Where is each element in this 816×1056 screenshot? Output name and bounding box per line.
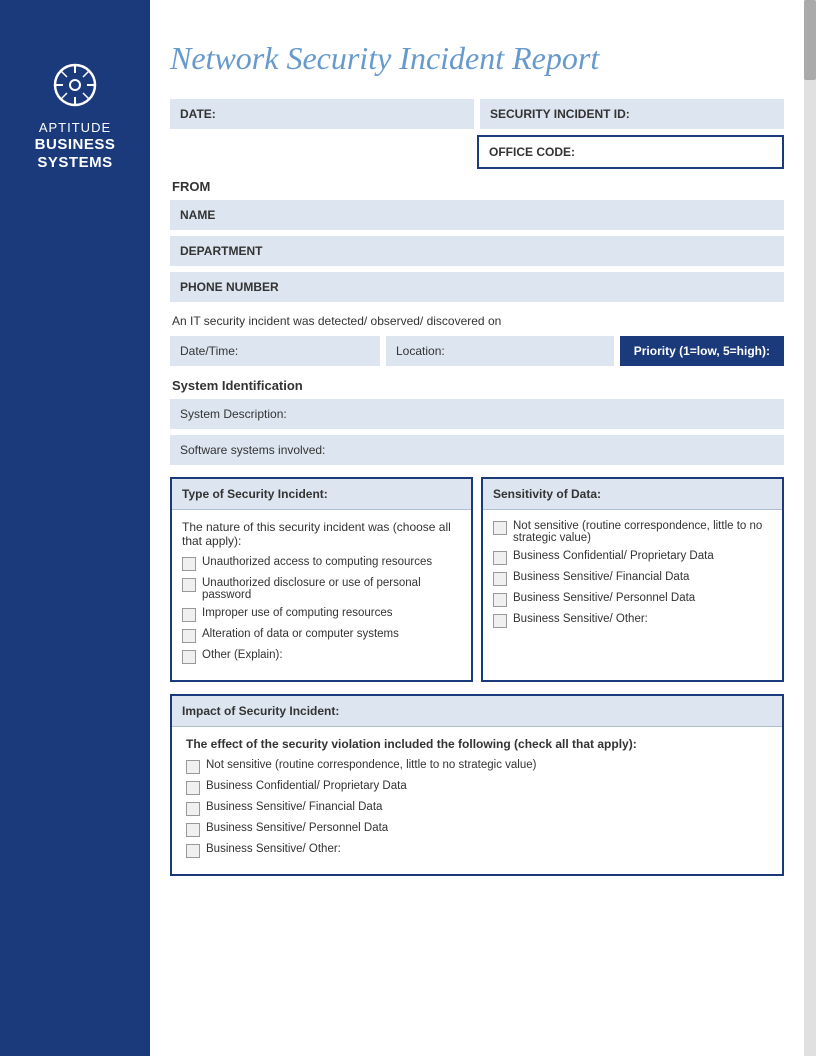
software-systems-field[interactable]: Software systems involved: — [170, 435, 784, 465]
checkbox-4[interactable] — [182, 629, 196, 643]
security-incident-id-field[interactable]: SECURITY INCIDENT ID: — [480, 99, 784, 129]
type-label-1: Unauthorized access to computing resourc… — [202, 556, 432, 568]
impact-header: Impact of Security Incident: — [172, 696, 782, 727]
sensitivity-label-1: Not sensitive (routine correspondence, l… — [513, 520, 772, 544]
from-label: FROM — [172, 179, 784, 194]
type-checkbox-4: Alteration of data or computer systems — [182, 628, 461, 643]
i-checkbox-2[interactable] — [186, 781, 200, 795]
page-title: Network Security Incident Report — [170, 40, 784, 77]
sidebar: APTITUDE BUSINESS SYSTEMS — [0, 0, 150, 1056]
sensitivity-checkbox-1: Not sensitive (routine correspondence, l… — [493, 520, 772, 544]
sensitivity-checkbox-4: Business Sensitive/ Personnel Data — [493, 592, 772, 607]
checkbox-2[interactable] — [182, 578, 196, 592]
type-panel-body: The nature of this security incident was… — [172, 510, 471, 680]
system-identification-label: System Identification — [172, 378, 784, 393]
checkbox-1[interactable] — [182, 557, 196, 571]
detection-date-field[interactable]: Date/Time: — [170, 336, 380, 366]
checkbox-3[interactable] — [182, 608, 196, 622]
impact-label-1: Not sensitive (routine correspondence, l… — [206, 759, 536, 771]
type-checkbox-5: Other (Explain): — [182, 649, 461, 664]
detection-row: Date/Time: Location: Priority (1=low, 5=… — [170, 336, 784, 366]
impact-checkbox-4: Business Sensitive/ Personnel Data — [186, 822, 768, 837]
type-checkbox-2: Unauthorized disclosure or use of person… — [182, 577, 461, 601]
phone-row: PHONE NUMBER — [170, 272, 784, 302]
checkbox-5[interactable] — [182, 650, 196, 664]
i-checkbox-3[interactable] — [186, 802, 200, 816]
phone-field[interactable]: PHONE NUMBER — [170, 272, 784, 302]
nature-text: The nature of this security incident was… — [182, 520, 461, 548]
sensitivity-panel-header: Sensitivity of Data: — [483, 479, 782, 510]
sensitivity-panel: Sensitivity of Data: Not sensitive (rout… — [481, 477, 784, 682]
s-checkbox-3[interactable] — [493, 572, 507, 586]
s-checkbox-1[interactable] — [493, 521, 507, 535]
impact-body: The effect of the security violation inc… — [172, 727, 782, 874]
type-sensitivity-row: Type of Security Incident: The nature of… — [170, 477, 784, 682]
impact-checkbox-1: Not sensitive (routine correspondence, l… — [186, 759, 768, 774]
system-description-field[interactable]: System Description: — [170, 399, 784, 429]
scrollbar-thumb[interactable] — [804, 0, 816, 80]
impact-label-5: Business Sensitive/ Other: — [206, 843, 341, 855]
type-checkbox-3: Improper use of computing resources — [182, 607, 461, 622]
office-code-row: OFFICE CODE: — [170, 135, 784, 169]
impact-checkbox-5: Business Sensitive/ Other: — [186, 843, 768, 858]
type-checkbox-1: Unauthorized access to computing resourc… — [182, 556, 461, 571]
type-label-3: Improper use of computing resources — [202, 607, 392, 619]
name-field[interactable]: NAME — [170, 200, 784, 230]
office-code-field[interactable]: OFFICE CODE: — [477, 135, 784, 169]
brand-aptitude: APTITUDE — [35, 120, 116, 136]
type-label-4: Alteration of data or computer systems — [202, 628, 399, 640]
brand-business: BUSINESS — [35, 136, 116, 154]
impact-checkbox-2: Business Confidential/ Proprietary Data — [186, 780, 768, 795]
department-field[interactable]: DEPARTMENT — [170, 236, 784, 266]
sensitivity-checkbox-3: Business Sensitive/ Financial Data — [493, 571, 772, 586]
main-content: Network Security Incident Report DATE: S… — [150, 0, 804, 928]
brand-systems: SYSTEMS — [35, 154, 116, 172]
name-row: NAME — [170, 200, 784, 230]
effect-text: The effect of the security violation inc… — [186, 737, 768, 751]
aptitude-icon — [50, 60, 100, 110]
date-field[interactable]: DATE: — [170, 99, 474, 129]
sensitivity-panel-body: Not sensitive (routine correspondence, l… — [483, 510, 782, 644]
type-panel: Type of Security Incident: The nature of… — [170, 477, 473, 682]
sensitivity-checkbox-2: Business Confidential/ Proprietary Data — [493, 550, 772, 565]
type-label-5: Other (Explain): — [202, 649, 283, 661]
brand-text: APTITUDE BUSINESS SYSTEMS — [35, 120, 116, 172]
i-checkbox-4[interactable] — [186, 823, 200, 837]
date-incident-row: DATE: SECURITY INCIDENT ID: — [170, 99, 784, 129]
sensitivity-checkbox-5: Business Sensitive/ Other: — [493, 613, 772, 628]
i-checkbox-1[interactable] — [186, 760, 200, 774]
impact-label-3: Business Sensitive/ Financial Data — [206, 801, 382, 813]
type-panel-header: Type of Security Incident: — [172, 479, 471, 510]
department-row: DEPARTMENT — [170, 236, 784, 266]
type-label-2: Unauthorized disclosure or use of person… — [202, 577, 461, 601]
s-checkbox-4[interactable] — [493, 593, 507, 607]
sensitivity-label-4: Business Sensitive/ Personnel Data — [513, 592, 695, 604]
i-checkbox-5[interactable] — [186, 844, 200, 858]
incident-text: An IT security incident was detected/ ob… — [172, 314, 784, 328]
impact-label-2: Business Confidential/ Proprietary Data — [206, 780, 407, 792]
scrollbar[interactable] — [804, 0, 816, 1056]
detection-location-field[interactable]: Location: — [386, 336, 614, 366]
s-checkbox-5[interactable] — [493, 614, 507, 628]
impact-checkbox-3: Business Sensitive/ Financial Data — [186, 801, 768, 816]
sensitivity-label-5: Business Sensitive/ Other: — [513, 613, 648, 625]
sensitivity-label-2: Business Confidential/ Proprietary Data — [513, 550, 714, 562]
impact-panel: Impact of Security Incident: The effect … — [170, 694, 784, 876]
s-checkbox-2[interactable] — [493, 551, 507, 565]
priority-button[interactable]: Priority (1=low, 5=high): — [620, 336, 784, 366]
sensitivity-label-3: Business Sensitive/ Financial Data — [513, 571, 689, 583]
impact-label-4: Business Sensitive/ Personnel Data — [206, 822, 388, 834]
